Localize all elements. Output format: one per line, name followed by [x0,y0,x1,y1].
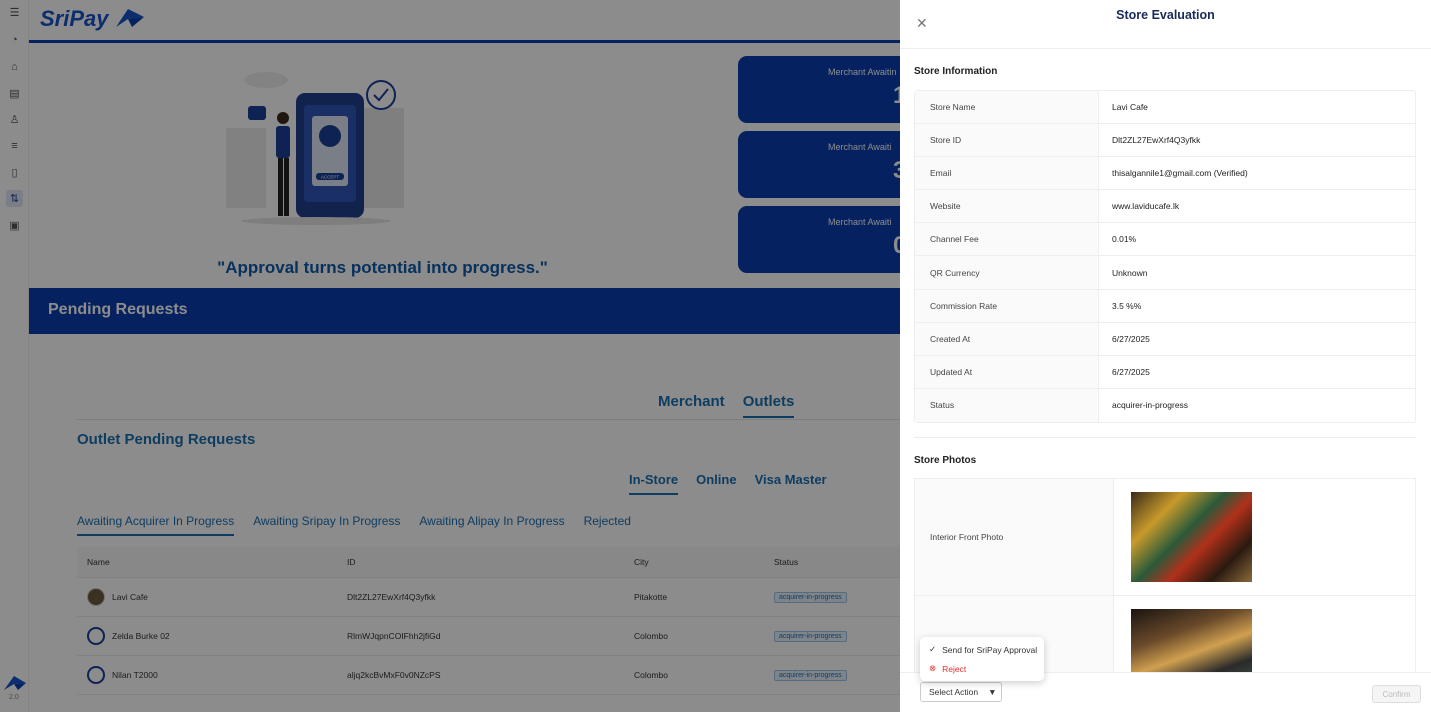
select-action-label: Select Action [929,687,979,697]
divider [914,437,1416,438]
info-value: www.laviducafe.lk [1112,201,1180,212]
info-row: Commission Rate 3.5 %% [915,289,1415,323]
info-key: QR Currency [915,256,1099,289]
interior-front-photo[interactable] [1131,492,1252,582]
info-value: acquirer-in-progress [1112,400,1189,411]
action-menu: ✓ Send for SriPay Approval ⊗ Reject [920,637,1044,681]
menu-item-label: Reject [942,663,967,674]
info-value: 6/27/2025 [1112,333,1150,344]
info-value: 3.5 %% [1112,300,1142,311]
menu-item-label: Send for SriPay Approval [942,644,1038,655]
select-action-dropdown[interactable]: Select Action ▼ [920,682,1002,702]
info-key: Status [915,388,1099,422]
info-value: 6/27/2025 [1112,366,1150,377]
info-value: Unknown [1112,267,1148,278]
info-row: Store Name Lavi Cafe [915,91,1415,125]
photo-row: Interior Front Photo [915,479,1415,596]
store-photo[interactable] [1131,609,1252,672]
store-photos-title: Store Photos [914,455,977,466]
store-evaluation-drawer: ✕ Store Evaluation Store Information Sto… [900,0,1431,712]
info-key: Website [915,190,1099,223]
store-information-title: Store Information [914,66,998,77]
info-row: Updated At 6/27/2025 [915,355,1415,389]
divider [900,48,1431,49]
info-row: QR Currency Unknown [915,256,1415,290]
menu-item-send-approval[interactable]: ✓ Send for SriPay Approval [920,640,1044,659]
store-info-table: Store Name Lavi Cafe Store ID Dlt2ZL27EwXr… [914,90,1416,423]
info-key: Updated At [915,355,1099,388]
info-row: Email thisalgannile1@gmail.com (Verified) [915,157,1415,191]
info-key: Channel Fee [915,223,1099,256]
drawer-title: Store Evaluation [1116,8,1215,22]
info-row: Website www.laviducafe.lk [915,190,1415,224]
info-row: Channel Fee 0.01% [915,223,1415,257]
info-row: Store ID Dlt2ZL27EwXrf4Q3yfkk [915,124,1415,158]
info-key: Store ID [915,124,1099,157]
info-row: Created At 6/27/2025 [915,322,1415,356]
modal-overlay[interactable] [0,0,900,712]
info-value: thisalgannile1@gmail.com (Verified) [1112,168,1248,179]
menu-item-reject[interactable]: ⊗ Reject [920,659,1044,678]
caret-down-icon: ▼ [988,687,997,697]
reject-circle-icon: ⊗ [929,663,937,673]
info-row: Status acquirer-in-progress [915,388,1415,422]
info-key: Email [915,157,1099,190]
info-key: Commission Rate [915,289,1099,322]
info-value: Dlt2ZL27EwXrf4Q3yfkk [1112,135,1201,146]
confirm-button[interactable]: Confirm [1372,685,1421,703]
info-key: Created At [915,322,1099,355]
check-icon: ✓ [929,644,937,654]
info-value: 0.01% [1112,234,1137,245]
info-value: Lavi Cafe [1112,102,1148,113]
photo-label: Interior Front Photo [915,479,1114,595]
info-key: Store Name [915,91,1099,124]
